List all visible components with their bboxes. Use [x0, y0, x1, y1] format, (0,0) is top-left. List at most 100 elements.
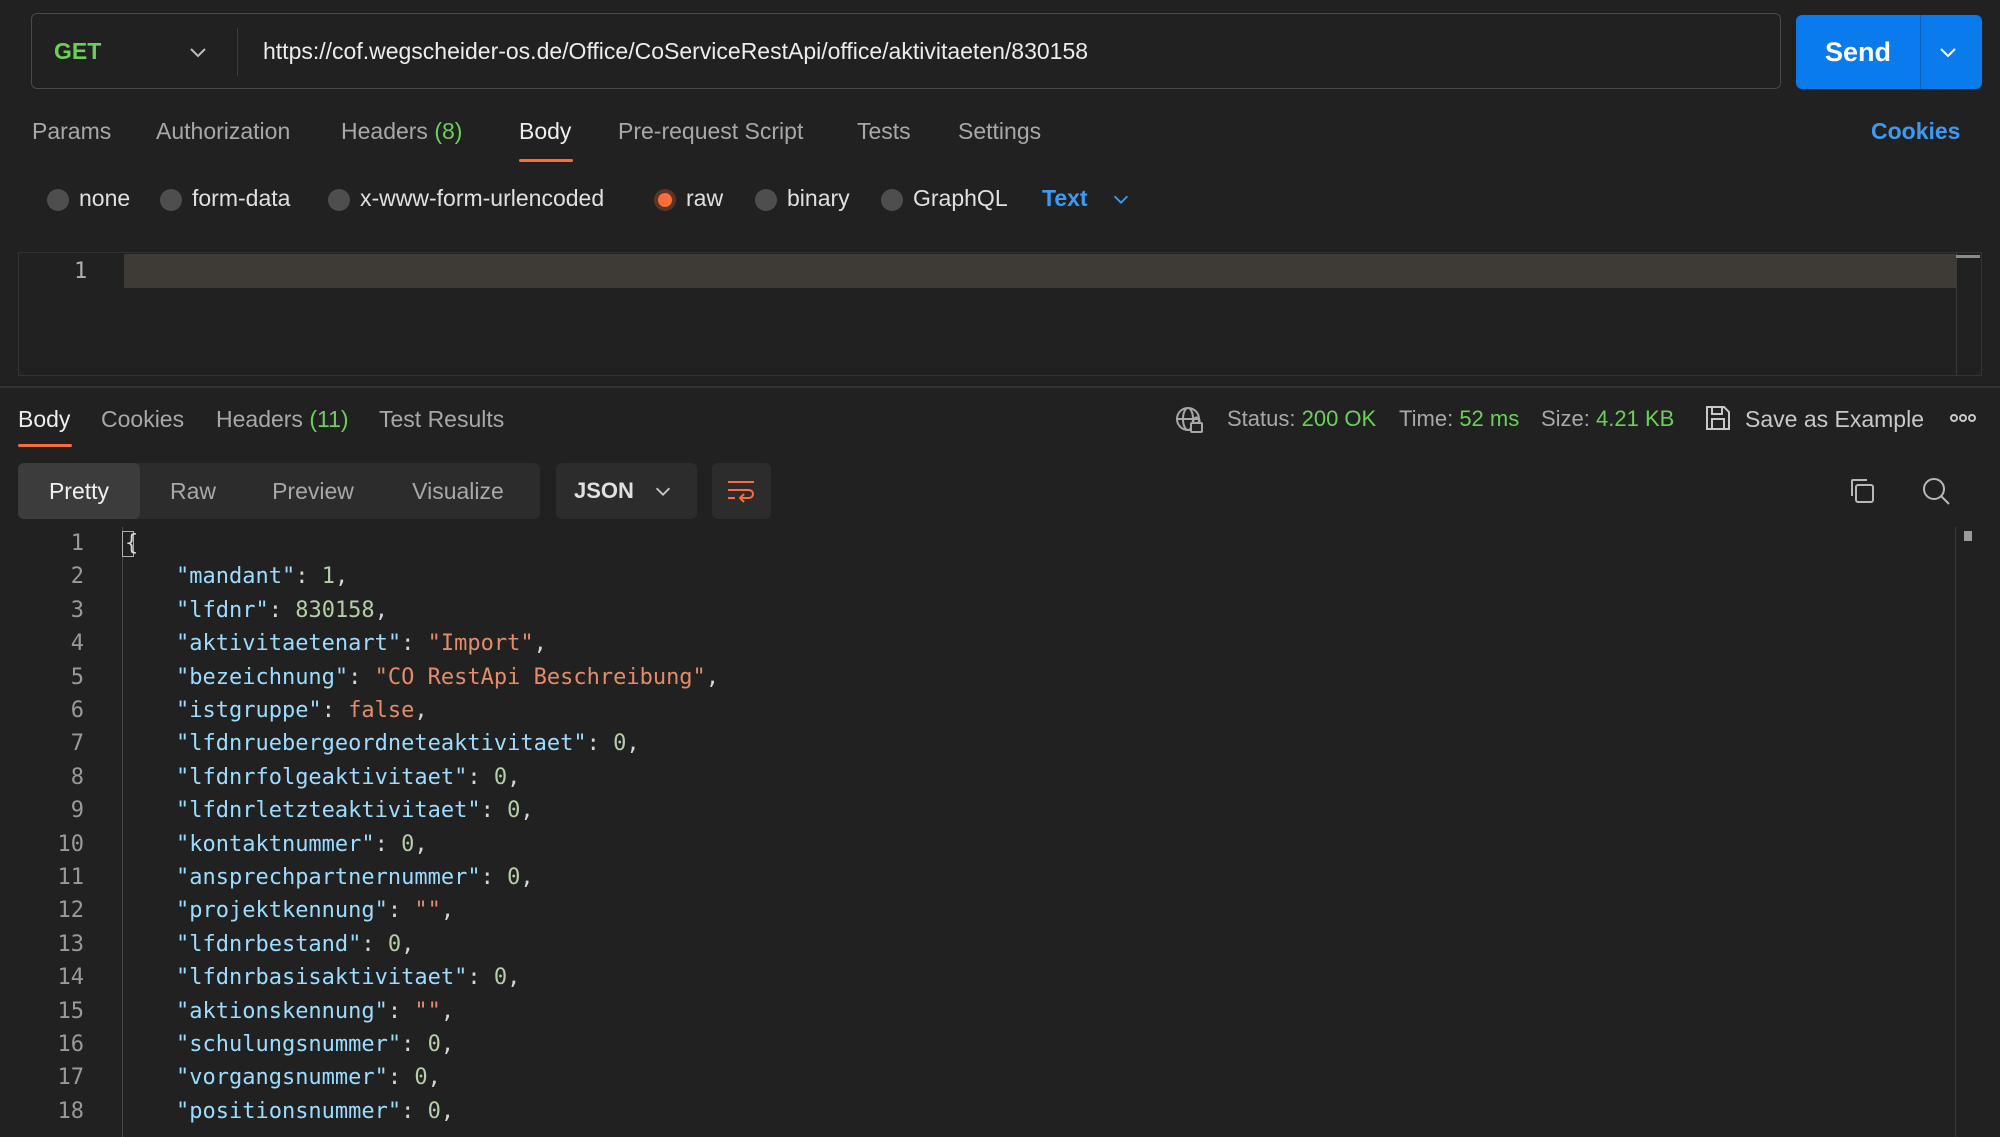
view-pretty-button[interactable]: Pretty [18, 463, 140, 519]
status-readout: Status: 200 OK [1227, 406, 1376, 432]
json-value: 0 [427, 1032, 441, 1057]
cookies-link[interactable]: Cookies [1871, 118, 1960, 145]
json-key: "ansprechpartnernummer" [175, 865, 481, 890]
view-preview-button[interactable]: Preview [250, 463, 376, 519]
radio-graphql[interactable] [881, 189, 903, 211]
code-line: 2 "mandant": 1, [0, 560, 1960, 593]
line-number: 16 [57, 1032, 85, 1057]
response-tab-headers[interactable]: Headers (11) [216, 406, 349, 433]
line-number: 13 [57, 931, 85, 957]
line-number: 3 [70, 597, 84, 623]
code-line: 14 "lfdnrbasisaktivitaet": 0, [0, 961, 1960, 994]
json-entry: "lfdnrbasisaktivitaet": 0, [175, 965, 521, 991]
tab-body[interactable]: Body [519, 118, 571, 145]
json-value: 0 [507, 798, 521, 824]
json-value: 0 [613, 731, 627, 757]
json-key: "lfdnrfolgeaktivitaet" [175, 764, 468, 790]
line-number: 1 [74, 259, 88, 284]
chevron-down-icon[interactable] [1110, 188, 1132, 210]
response-tab-test-results[interactable]: Test Results [379, 406, 504, 433]
chevron-down-icon[interactable] [1936, 40, 1960, 64]
line-number: 5 [70, 664, 84, 690]
code-line: 13 "lfdnrbestand": 0, [0, 928, 1960, 961]
editor-scroll-track [1956, 253, 1957, 375]
format-select[interactable]: JSON [556, 463, 697, 519]
time-value[interactable]: 52 ms [1459, 406, 1519, 431]
tab-pre-request-script[interactable]: Pre-request Script [618, 118, 803, 145]
radio-none[interactable] [47, 189, 69, 211]
radio-urlencoded[interactable] [328, 189, 350, 211]
tab-params[interactable]: Params [32, 118, 111, 145]
code-line: 7 "lfdnruebergeordneteaktivitaet": 0, [0, 727, 1960, 760]
editor-scrollbar[interactable] [1956, 255, 1980, 258]
chevron-down-icon [655, 487, 671, 496]
json-entry: "lfdnr": 830158, [175, 597, 388, 623]
radio-binary[interactable] [755, 189, 777, 211]
code-line: 16 "schulungsnummer": 0, [0, 1028, 1960, 1061]
code-line: 10 "kontaktnummer": 0, [0, 828, 1960, 861]
tab-headers[interactable]: Headers (8) [341, 118, 462, 145]
request-body-editor[interactable]: 1 [18, 252, 1982, 376]
radio-graphql-label[interactable]: GraphQL [913, 185, 1008, 212]
radio-raw-label[interactable]: raw [686, 185, 723, 212]
send-button-group: Send [1796, 15, 1982, 89]
tab-tests[interactable]: Tests [857, 118, 911, 145]
globe-lock-icon[interactable] [1174, 405, 1204, 435]
response-scrollbar[interactable] [1964, 531, 1972, 541]
json-entry: "aktionskennung": "", [175, 998, 455, 1024]
line-number: 4 [70, 631, 84, 657]
json-key: "istgruppe" [175, 698, 322, 723]
response-tab-cookies[interactable]: Cookies [101, 406, 184, 433]
tab-headers-label: Headers [341, 118, 428, 144]
radio-raw[interactable] [654, 189, 676, 211]
line-number: 8 [70, 764, 84, 790]
url-input[interactable]: https://cof.wegscheider-os.de/Office/CoS… [263, 14, 1088, 88]
radio-form-data-label[interactable]: form-data [192, 185, 290, 212]
raw-format-select[interactable]: Text [1042, 185, 1088, 212]
url-divider [237, 28, 238, 76]
json-value: 830158 [295, 597, 375, 623]
save-icon[interactable] [1704, 404, 1732, 432]
size-value[interactable]: 4.21 KB [1596, 406, 1674, 431]
json-entry: "lfdnrletzteaktivitaet": 0, [175, 798, 534, 824]
json-value: 0 [401, 831, 415, 857]
status-value[interactable]: 200 OK [1302, 406, 1377, 431]
json-key: "kontaktnummer" [175, 831, 375, 857]
search-icon[interactable] [1921, 476, 1951, 506]
view-raw-button[interactable]: Raw [148, 463, 238, 519]
json-entry: "positionsnummer": 0, [175, 1098, 455, 1124]
line-number: 7 [70, 731, 84, 757]
status-label: Status: [1227, 406, 1296, 431]
tab-settings[interactable]: Settings [958, 118, 1041, 145]
json-key: "bezeichnung" [175, 664, 349, 690]
pane-divider[interactable] [0, 386, 2000, 388]
line-number: 17 [57, 1065, 85, 1091]
response-body-viewer[interactable]: 1{2 "mandant": 1, 3 "lfdnr": 830158, 4 "ak… [0, 527, 1960, 1137]
wrap-lines-button[interactable] [712, 463, 771, 519]
method-select[interactable]: GET [54, 14, 101, 88]
chevron-down-icon[interactable] [186, 40, 210, 64]
line-number: 11 [57, 865, 85, 890]
json-value: "" [414, 998, 441, 1024]
send-button[interactable]: Send [1796, 15, 1920, 89]
json-entry: "projektkennung": "", [175, 898, 455, 924]
radio-binary-label[interactable]: binary [787, 185, 850, 212]
radio-urlencoded-label[interactable]: x-www-form-urlencoded [360, 185, 604, 212]
json-key: "positionsnummer" [175, 1098, 402, 1124]
radio-none-label[interactable]: none [79, 185, 130, 212]
copy-icon[interactable] [1847, 476, 1877, 506]
save-as-example-button[interactable]: Save as Example [1745, 406, 1924, 433]
tab-authorization[interactable]: Authorization [156, 118, 290, 145]
json-entry: "kontaktnummer": 0, [175, 831, 428, 857]
response-tab-body[interactable]: Body [18, 406, 70, 433]
code-line: 17 "vorgangsnummer": 0, [0, 1061, 1960, 1094]
json-key: "schulungsnummer" [175, 1032, 402, 1057]
code-line: 12 "projektkennung": "", [0, 894, 1960, 927]
json-key: "aktionskennung" [175, 998, 388, 1024]
json-entry: "bezeichnung": "CO RestApi Beschreibung"… [175, 664, 720, 690]
more-horizontal-icon[interactable] [1949, 408, 1977, 428]
view-visualize-button[interactable]: Visualize [388, 463, 528, 519]
json-entry: "lfdnrfolgeaktivitaet": 0, [175, 764, 521, 790]
radio-form-data[interactable] [160, 189, 182, 211]
json-entry: "ansprechpartnernummer": 0, [175, 865, 534, 890]
